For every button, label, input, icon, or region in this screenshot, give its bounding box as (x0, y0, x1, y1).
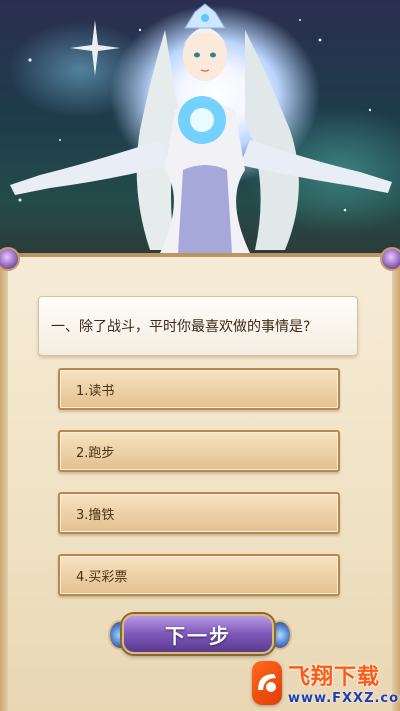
panel-frame-left (0, 265, 8, 711)
next-step-label: 下一步 (165, 623, 231, 648)
option-3-button[interactable]: 3.撸铁 (58, 492, 340, 534)
option-2-button[interactable]: 2.跑步 (58, 430, 340, 472)
watermark-url: www.FXXZ.com (288, 691, 400, 706)
panel-frame-right (392, 265, 400, 711)
option-label: 4.买彩票 (76, 569, 128, 585)
option-1-button[interactable]: 1.读书 (58, 368, 340, 410)
option-label: 1.读书 (76, 383, 115, 399)
gem-icon (0, 247, 20, 271)
logo-mark-icon (258, 673, 276, 692)
goddess-artwork (10, 3, 392, 253)
option-label: 3.撸铁 (76, 507, 115, 523)
next-step-button[interactable]: 下一步 (122, 614, 274, 654)
gem-icon (380, 247, 400, 271)
option-4-button[interactable]: 4.买彩票 (58, 554, 340, 596)
option-label: 2.跑步 (76, 445, 115, 461)
fxxz-logo-icon (252, 660, 282, 705)
question-text: 一、除了战斗，平时你最喜欢做的事情是? (51, 319, 311, 335)
hero-illustration (0, 0, 400, 253)
watermark-title: 飞翔下载 (288, 665, 381, 690)
question-card: 一、除了战斗，平时你最喜欢做的事情是? (38, 296, 358, 356)
site-watermark: 飞翔下载 www.FXXZ.com (252, 654, 400, 711)
